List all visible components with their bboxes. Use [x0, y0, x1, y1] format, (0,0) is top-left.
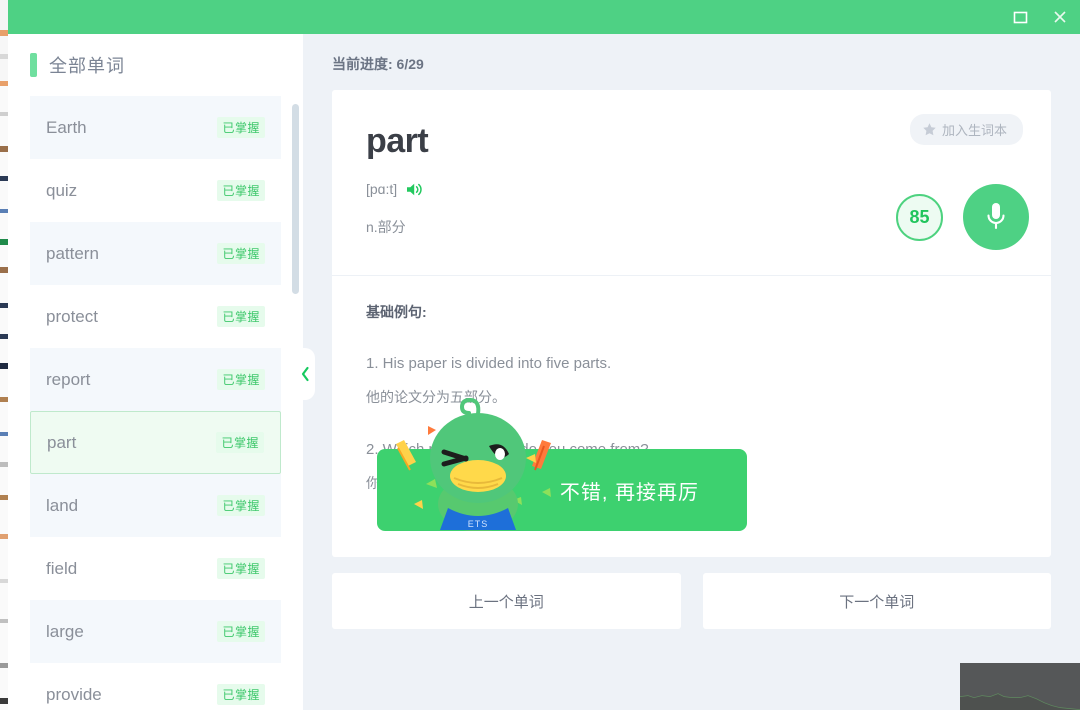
word-label: report	[46, 370, 90, 390]
status-badge: 已掌握	[217, 684, 265, 705]
phonetic-text: [pɑ:t]	[366, 181, 397, 197]
score-and-mic: 85	[896, 184, 1029, 250]
chevron-left-icon	[300, 366, 310, 382]
status-badge: 已掌握	[217, 369, 265, 390]
svg-text:ETS: ETS	[468, 519, 489, 529]
status-badge: 已掌握	[217, 306, 265, 327]
list-item[interactable]: field 已掌握	[30, 537, 281, 600]
pronunciation-score-badge[interactable]: 85	[896, 194, 943, 241]
star-icon	[922, 122, 937, 137]
add-to-wordbook-button[interactable]: 加入生词本	[910, 114, 1023, 145]
status-badge: 已掌握	[216, 432, 264, 453]
main-window: 全部单词 Earth 已掌握 quiz 已掌握 pattern 已掌握 prot…	[8, 0, 1080, 710]
status-badge: 已掌握	[217, 621, 265, 642]
navigation-row: 上一个单词 下一个单词	[332, 573, 1051, 629]
list-item[interactable]: report 已掌握	[30, 348, 281, 411]
word-label: pattern	[46, 244, 99, 264]
list-item-selected[interactable]: part 已掌握	[30, 411, 281, 474]
list-item[interactable]: large 已掌握	[30, 600, 281, 663]
word-card: part [pɑ:t] n.部分	[332, 90, 1051, 557]
sidebar-title: 全部单词	[49, 52, 125, 78]
background-window-strip	[0, 0, 8, 710]
word-list[interactable]: Earth 已掌握 quiz 已掌握 pattern 已掌握 protect 已…	[8, 96, 303, 710]
mascot-bird-icon: ETS	[392, 396, 564, 531]
example-sentence-en: 1. His paper is divided into five parts.	[366, 355, 1017, 372]
word-label: large	[46, 622, 84, 642]
word-label: part	[47, 433, 76, 453]
sidebar-scrollbar[interactable]	[292, 104, 299, 294]
feedback-toast: ETS	[377, 449, 747, 531]
main-panel: 当前进度: 6/29 part [pɑ:t]	[303, 34, 1080, 710]
add-to-wordbook-label: 加入生词本	[942, 120, 1007, 139]
background-chart-overlay	[960, 663, 1080, 710]
close-button[interactable]	[1040, 0, 1080, 34]
next-word-button[interactable]: 下一个单词	[703, 573, 1052, 629]
word-label: Earth	[46, 118, 87, 138]
word-card-header: part [pɑ:t] n.部分	[332, 90, 1051, 275]
examples-section: 基础例句: 1. His paper is divided into five …	[332, 276, 1051, 557]
word-label: field	[46, 559, 77, 579]
status-badge: 已掌握	[217, 180, 265, 201]
examples-heading: 基础例句:	[366, 302, 1017, 322]
status-badge: 已掌握	[217, 243, 265, 264]
sidebar: 全部单词 Earth 已掌握 quiz 已掌握 pattern 已掌握 prot…	[8, 34, 303, 710]
speaker-icon[interactable]	[406, 182, 423, 197]
word-label: protect	[46, 307, 98, 327]
titlebar	[8, 0, 1080, 34]
sidebar-header: 全部单词	[8, 34, 303, 96]
status-badge: 已掌握	[217, 495, 265, 516]
word-label: land	[46, 496, 78, 516]
accent-bar-icon	[30, 53, 37, 77]
app-root: 全部单词 Earth 已掌握 quiz 已掌握 pattern 已掌握 prot…	[0, 0, 1080, 710]
previous-word-button[interactable]: 上一个单词	[332, 573, 681, 629]
microphone-icon	[982, 200, 1010, 234]
list-item[interactable]: land 已掌握	[30, 474, 281, 537]
list-item[interactable]: protect 已掌握	[30, 285, 281, 348]
word-label: quiz	[46, 181, 77, 201]
maximize-button[interactable]	[1000, 0, 1040, 34]
sidebar-collapse-button[interactable]	[295, 348, 315, 400]
list-item[interactable]: quiz 已掌握	[30, 159, 281, 222]
record-button[interactable]	[963, 184, 1029, 250]
progress-label: 当前进度: 6/29	[332, 54, 1051, 74]
list-item[interactable]: Earth 已掌握	[30, 96, 281, 159]
word-label: provide	[46, 685, 102, 705]
list-item[interactable]: provide 已掌握	[30, 663, 281, 710]
toast-message: 不错, 再接再厉	[560, 476, 699, 505]
status-badge: 已掌握	[217, 558, 265, 579]
list-item[interactable]: pattern 已掌握	[30, 222, 281, 285]
status-badge: 已掌握	[217, 117, 265, 138]
